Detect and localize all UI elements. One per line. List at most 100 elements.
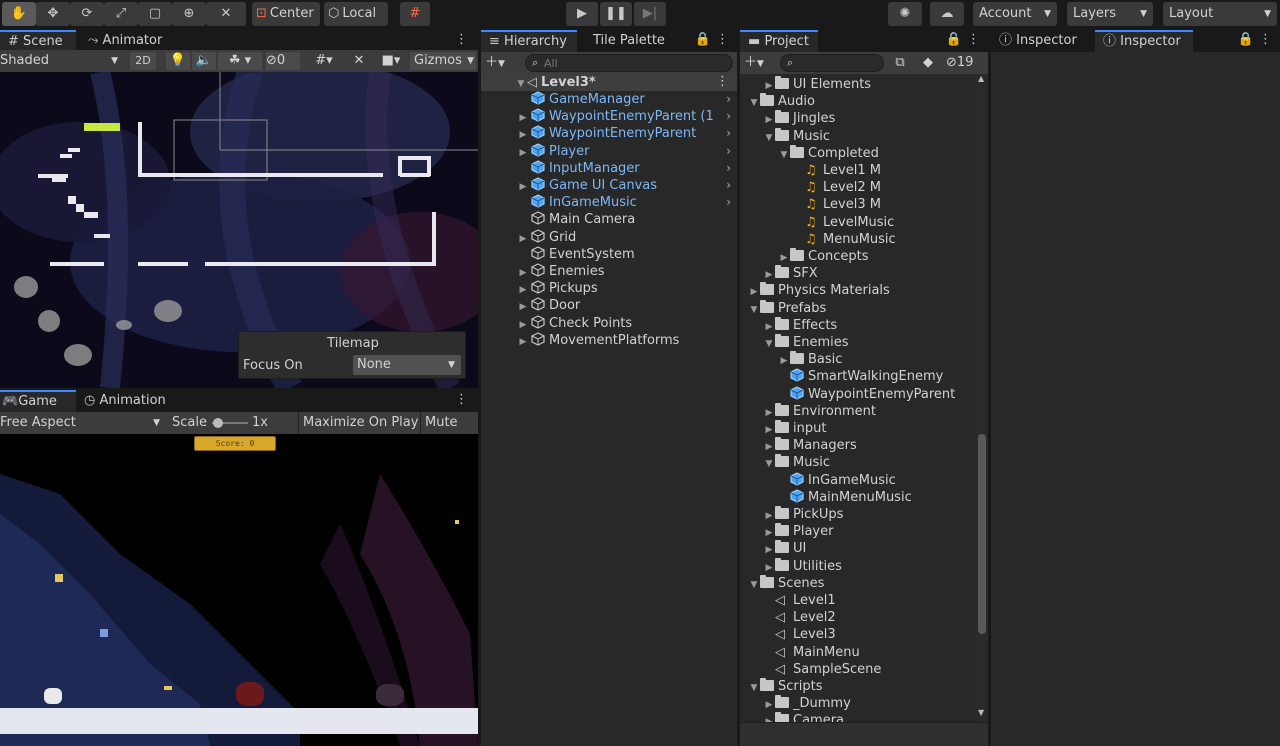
hierarchy-search[interactable]: ⌕ xyxy=(525,54,733,72)
more-menu-icon[interactable]: ⋮ xyxy=(455,32,468,47)
rect-tool-button[interactable]: ▢ xyxy=(138,2,172,26)
pivot-local-button[interactable]: ⬡ Local xyxy=(324,2,388,26)
project-item[interactable]: ▼ Enemies xyxy=(740,334,976,351)
project-item[interactable]: ▼ Music xyxy=(740,454,976,471)
create-button[interactable]: ＋▼ xyxy=(744,54,774,73)
tab-project[interactable]: ▬ Project xyxy=(740,30,818,52)
cloud-button[interactable]: ☁ xyxy=(930,2,964,26)
camera-toggle[interactable]: ■▾ xyxy=(374,52,408,70)
project-item[interactable]: SmartWalkingEnemy xyxy=(740,368,976,385)
chevron-right-icon[interactable]: › xyxy=(726,125,731,142)
tab-tile-palette[interactable]: Tile Palette xyxy=(585,30,673,52)
project-item[interactable]: ▼ Completed xyxy=(740,144,976,162)
mute-audio-toggle[interactable]: Mute Au xyxy=(420,412,478,452)
layers-dropdown[interactable]: Layers ▼ xyxy=(1067,2,1153,26)
gizmos-dropdown[interactable]: Gizmos ▼ xyxy=(410,52,476,70)
hierarchy-item[interactable]: ▶ Player › xyxy=(481,142,737,160)
hidden-objects-toggle[interactable]: ⊘0 xyxy=(266,52,300,70)
pause-button[interactable]: ❚❚ xyxy=(600,2,632,26)
account-dropdown[interactable]: Account ▼ xyxy=(973,2,1057,26)
project-item[interactable]: ◁ Level1 xyxy=(740,592,976,609)
pivot-center-button[interactable]: ⊡ Center xyxy=(252,2,320,26)
aspect-dropdown[interactable]: Free Aspect ▼ xyxy=(0,414,164,432)
project-item[interactable]: ▶ Environment xyxy=(740,402,976,420)
scrollbar-thumb[interactable] xyxy=(978,434,986,634)
effects-toggle[interactable]: ☘ ▾ xyxy=(218,52,262,70)
chevron-right-icon[interactable]: › xyxy=(726,143,731,160)
tab-game[interactable]: 🎮Game xyxy=(0,390,76,412)
lock-icon[interactable]: 🔒 xyxy=(695,32,711,47)
project-item[interactable]: WaypointEnemyParent xyxy=(740,385,976,403)
scene-row[interactable]: ▼ ◁ Level3* ⋮ xyxy=(481,74,737,91)
services-button[interactable]: ✺ xyxy=(888,2,922,26)
shading-dropdown[interactable]: Shaded ▼ xyxy=(0,52,122,70)
chevron-right-icon[interactable]: › xyxy=(726,108,731,125)
project-item[interactable]: ▶ PickUps xyxy=(740,506,976,523)
layout-dropdown[interactable]: Layout ▼ xyxy=(1163,2,1277,26)
hierarchy-item[interactable]: InGameMusic › xyxy=(481,194,737,211)
grid-toggle[interactable]: #▾ xyxy=(304,52,344,70)
move-tool-button[interactable]: ✥ xyxy=(36,2,70,26)
more-menu-icon[interactable]: ⋮ xyxy=(967,32,980,47)
scale-slider-thumb[interactable] xyxy=(213,418,223,428)
hand-tool-button[interactable]: ✋ xyxy=(2,2,36,26)
project-item[interactable]: ▼ Music xyxy=(740,127,976,145)
hierarchy-item[interactable]: ▶ WaypointEnemyParent (1 › xyxy=(481,108,737,125)
hierarchy-item[interactable]: GameManager › xyxy=(481,91,737,108)
scene-viewport[interactable]: Tilemap Focus On None ▼ xyxy=(0,72,478,388)
project-item[interactable]: ▼ Scripts xyxy=(740,678,976,695)
tab-animator[interactable]: ⤳ Animator xyxy=(80,30,170,52)
project-item[interactable]: ▶ Jingles xyxy=(740,110,976,127)
hierarchy-item[interactable]: ▶ Enemies xyxy=(481,263,737,280)
scroll-up-icon[interactable]: ▲ xyxy=(978,74,984,83)
hierarchy-item[interactable]: ▶ Check Points xyxy=(481,314,737,332)
create-button[interactable]: ＋▼ xyxy=(485,54,515,73)
more-menu-icon[interactable]: ⋮ xyxy=(716,74,729,89)
hierarchy-item[interactable]: InputManager › xyxy=(481,160,737,177)
project-item[interactable]: ▼ Audio xyxy=(740,93,976,110)
project-item[interactable]: ◁ Level2 xyxy=(740,609,976,626)
search-by-type-button[interactable]: ⧉ xyxy=(890,54,910,72)
project-item[interactable]: InGameMusic xyxy=(740,471,976,489)
hierarchy-search-input[interactable] xyxy=(544,56,724,70)
project-item[interactable]: ◁ Level3 xyxy=(740,626,976,643)
2d-toggle-button[interactable]: 2D xyxy=(130,52,156,70)
more-menu-icon[interactable]: ⋮ xyxy=(455,392,468,407)
project-item[interactable]: ◁ MainMenu xyxy=(740,644,976,661)
project-item[interactable]: ▶ UI xyxy=(740,540,976,557)
lock-icon[interactable]: 🔒 xyxy=(1238,32,1254,47)
tab-animation[interactable]: ◷ Animation xyxy=(76,390,174,412)
focus-on-dropdown[interactable]: None ▼ xyxy=(353,355,461,375)
tab-inspector-2[interactable]: ⓘ Inspector xyxy=(1095,30,1193,52)
chevron-right-icon[interactable]: › xyxy=(726,194,731,211)
game-viewport[interactable]: Score: 0 xyxy=(0,434,478,746)
project-item[interactable]: ▶ UI Elements xyxy=(740,76,976,93)
hierarchy-item[interactable]: ▶ Game UI Canvas › xyxy=(481,177,737,194)
transform-tool-button[interactable]: ⊕ xyxy=(172,2,206,26)
expand-triangle-icon[interactable]: ▶ xyxy=(517,334,529,351)
grid-snap-button[interactable]: # xyxy=(400,2,430,26)
project-item[interactable]: ▶ SFX xyxy=(740,265,976,282)
audio-toggle[interactable]: 🔈 xyxy=(192,52,216,70)
maximize-on-play-toggle[interactable]: Maximize On Play xyxy=(298,412,422,434)
project-item[interactable]: ♫ Level3 M xyxy=(740,196,976,213)
project-item[interactable]: ♫ Level2 M xyxy=(740,179,976,196)
hierarchy-item[interactable]: ▶ MovementPlatforms xyxy=(481,332,737,349)
hidden-packages-toggle[interactable]: ⊘19 xyxy=(946,54,986,72)
project-item[interactable]: ♫ MenuMusic xyxy=(740,231,976,248)
lock-icon[interactable]: 🔒 xyxy=(946,32,962,47)
project-item[interactable]: ▶ input xyxy=(740,420,976,437)
project-search[interactable]: ⌕ xyxy=(780,54,884,72)
search-by-label-button[interactable]: ◆ xyxy=(918,54,938,72)
tab-hierarchy[interactable]: ≡ Hierarchy xyxy=(481,30,577,52)
tools-toggle[interactable]: ✕ xyxy=(348,52,370,70)
hierarchy-item[interactable]: ▶ Pickups xyxy=(481,280,737,297)
scale-tool-button[interactable]: ⤢ xyxy=(104,2,138,26)
project-item[interactable]: ▶ Managers xyxy=(740,437,976,454)
hierarchy-item[interactable]: ▶ Grid xyxy=(481,228,737,246)
chevron-right-icon[interactable]: › xyxy=(726,91,731,108)
project-item[interactable]: ▶ Concepts xyxy=(740,248,976,265)
step-button[interactable]: ▶| xyxy=(634,2,666,26)
project-item[interactable]: ▼ Scenes xyxy=(740,574,976,592)
project-item[interactable]: ▶ _Dummy xyxy=(740,695,976,712)
